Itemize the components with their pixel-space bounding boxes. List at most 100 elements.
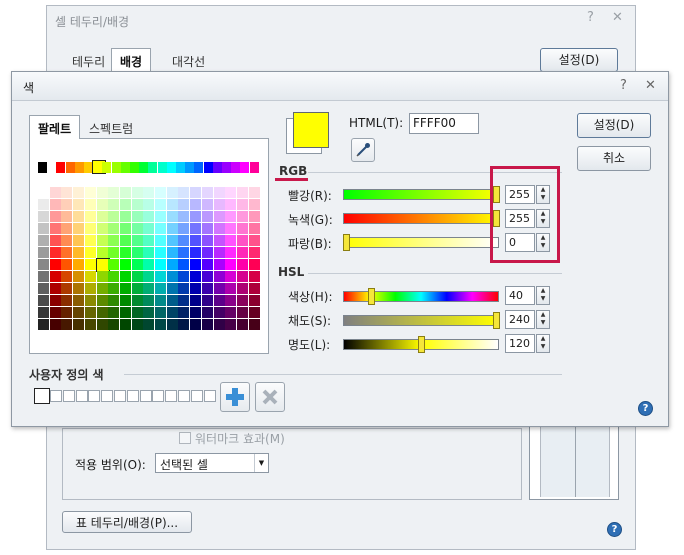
basic-color-swatch[interactable] [166,162,176,173]
palette-color-cell[interactable] [73,247,85,258]
palette-color-cell[interactable] [84,283,96,294]
palette-color-cell[interactable] [38,307,49,318]
palette-color-cell[interactable] [178,187,190,198]
tab-background[interactable]: 배경 [111,48,152,72]
palette-color-cell[interactable] [201,259,213,270]
saturation-slider-thumb[interactable] [493,312,500,329]
custom-color-slot[interactable] [34,388,50,404]
tab-border[interactable]: 테두리 [63,48,114,72]
palette-color-cell[interactable] [248,307,260,318]
palette-color-cell[interactable] [178,235,190,246]
basic-color-swatch[interactable] [240,162,250,173]
palette-color-cell[interactable] [155,307,166,318]
blue-slider-track[interactable] [343,237,499,248]
palette-color-cell[interactable] [190,271,202,282]
tab-spectrum[interactable]: 스펙트럼 [80,115,142,139]
palette-color-cell[interactable] [119,307,131,318]
hue-spinner[interactable]: ▲ ▼ [536,286,550,305]
palette-color-cell[interactable] [131,319,143,330]
palette-color-cell[interactable] [190,211,202,222]
palette-color-cell[interactable] [61,235,73,246]
palette-color-cell[interactable] [143,247,155,258]
help-icon[interactable]: ? [620,78,627,93]
palette-color-cell[interactable] [96,307,108,318]
red-slider-track[interactable] [343,189,499,200]
palette-color-cell[interactable] [143,223,155,234]
table-border-button[interactable]: 표 테두리/배경(P)... [62,511,192,533]
palette-color-cell[interactable] [248,247,260,258]
palette-color-cell[interactable] [73,319,85,330]
blue-slider-thumb[interactable] [343,234,350,251]
palette-color-cell[interactable] [178,271,190,282]
chevron-up-icon[interactable]: ▲ [537,287,549,295]
custom-color-slot[interactable] [190,390,203,402]
custom-color-slot[interactable] [152,390,165,402]
palette-color-cell[interactable] [143,187,155,198]
bg-help-icon[interactable]: ? [607,522,622,537]
palette-color-cell[interactable] [49,187,61,198]
palette-color-cell[interactable] [248,283,260,294]
palette-color-cell[interactable] [119,211,131,222]
palette-color-cell[interactable] [73,271,85,282]
palette-color-cell[interactable] [178,319,190,330]
saturation-slider-track[interactable] [343,315,499,326]
palette-color-cell[interactable] [178,199,190,210]
palette-color-cell[interactable] [143,271,155,282]
palette-color-cell[interactable] [61,187,73,198]
palette-color-cell[interactable] [155,247,166,258]
palette-color-cell[interactable] [190,307,202,318]
palette-color-cell[interactable] [108,295,120,306]
lightness-slider-thumb[interactable] [418,336,425,353]
palette-color-cell[interactable] [61,295,73,306]
palette-color-cell[interactable] [119,259,131,270]
palette-color-cell[interactable] [236,259,248,270]
chevron-up-icon[interactable]: ▲ [537,335,549,343]
palette-color-cell[interactable] [166,295,178,306]
basic-color-swatch[interactable] [102,162,112,173]
palette-color-cell[interactable] [248,223,260,234]
palette-color-cell[interactable] [119,187,131,198]
palette-color-cell[interactable] [84,187,96,198]
palette-color-cell[interactable] [84,247,96,258]
palette-color-cell[interactable] [248,199,260,210]
basic-color-swatch[interactable] [111,162,121,173]
palette-color-cell[interactable] [38,319,49,330]
palette-color-cell[interactable] [225,235,237,246]
palette-color-cell[interactable] [166,259,178,270]
palette-color-cell[interactable] [225,307,237,318]
palette-color-cell[interactable] [96,211,108,222]
palette-color-cell[interactable] [201,283,213,294]
palette-color-cell[interactable] [84,223,96,234]
palette-color-cell[interactable] [95,258,110,272]
palette-color-cell[interactable] [236,211,248,222]
palette-color-cell[interactable] [131,235,143,246]
chevron-down-icon[interactable]: ▼ [537,319,549,327]
palette-color-cell[interactable] [166,199,178,210]
palette-color-cell[interactable] [201,199,213,210]
palette-color-cell[interactable] [178,283,190,294]
palette-color-cell[interactable] [61,199,73,210]
palette-color-cell[interactable] [201,247,213,258]
palette-color-cell[interactable] [73,199,85,210]
palette-color-cell[interactable] [155,259,166,270]
palette-color-cell[interactable] [225,199,237,210]
palette-color-cell[interactable] [96,247,108,258]
basic-color-swatch[interactable] [222,162,231,173]
basic-color-swatch[interactable] [185,162,195,173]
palette-color-cell[interactable] [119,199,131,210]
palette-color-cell[interactable] [61,307,73,318]
palette-color-cell[interactable] [84,307,96,318]
palette-color-cell[interactable] [131,199,143,210]
palette-color-cell[interactable] [143,211,155,222]
palette-color-cell[interactable] [155,235,166,246]
palette-color-cell[interactable] [225,247,237,258]
palette-color-cell[interactable] [49,223,61,234]
help-icon[interactable]: ? [587,10,594,25]
palette-color-cell[interactable] [166,247,178,258]
palette-color-cell[interactable] [190,235,202,246]
palette-color-cell[interactable] [84,235,96,246]
basic-color-swatch[interactable] [47,162,57,173]
custom-color-slot[interactable] [165,390,178,402]
palette-color-cell[interactable] [155,211,166,222]
basic-color-swatch[interactable] [249,162,259,173]
